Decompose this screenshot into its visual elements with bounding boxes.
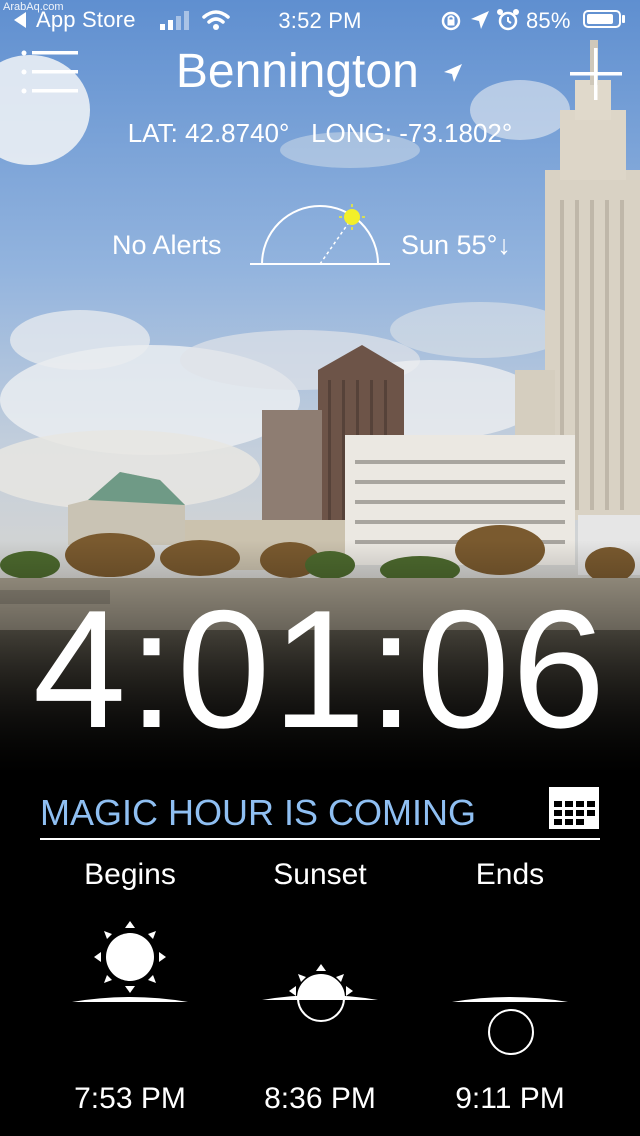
add-icon bbox=[570, 48, 622, 100]
navigation-arrow-icon bbox=[444, 64, 463, 83]
battery-fill bbox=[587, 14, 613, 24]
ends-time: 9:11 PM bbox=[455, 1082, 565, 1115]
location-header[interactable]: Bennington bbox=[0, 44, 640, 99]
sunset-time: 8:36 PM bbox=[264, 1082, 376, 1115]
calendar-icon bbox=[549, 787, 599, 829]
city-name: Bennington bbox=[175, 45, 419, 98]
alarm-icon bbox=[497, 9, 519, 31]
sun-arc-icon bbox=[250, 204, 390, 265]
ends-label: Ends bbox=[475, 858, 545, 891]
magic-hour-countdown: 4:01:06 bbox=[32, 575, 608, 763]
sun-above-horizon-icon bbox=[72, 921, 188, 1002]
alerts-status[interactable]: No Alerts bbox=[112, 230, 222, 261]
sun-below-horizon-icon bbox=[452, 997, 568, 1055]
calendar-button[interactable] bbox=[548, 786, 600, 830]
section-divider bbox=[40, 838, 600, 840]
sun-at-horizon-icon bbox=[262, 964, 378, 1022]
battery-percent: 85% bbox=[526, 8, 571, 33]
begins-time: 7:53 PM bbox=[74, 1082, 186, 1115]
orientation-lock-icon bbox=[441, 11, 461, 31]
add-location-button[interactable] bbox=[568, 46, 624, 102]
battery-cap bbox=[622, 15, 625, 23]
begins-label: Begins bbox=[84, 858, 176, 891]
app-screen: ArabAq.com App Store 3:52 PM 85% Benning… bbox=[0, 0, 640, 1136]
sun-position: Sun 55°↓ bbox=[401, 230, 511, 260]
sunset-label: Sunset bbox=[273, 858, 367, 891]
magic-hour-title: MAGIC HOUR IS COMING bbox=[40, 792, 477, 833]
status-bar: App Store 3:52 PM 85% bbox=[0, 0, 640, 40]
location-icon bbox=[471, 11, 489, 29]
coordinates: LAT: 42.8740° LONG: -73.1802° bbox=[127, 118, 513, 148]
battery-icon bbox=[583, 10, 621, 28]
